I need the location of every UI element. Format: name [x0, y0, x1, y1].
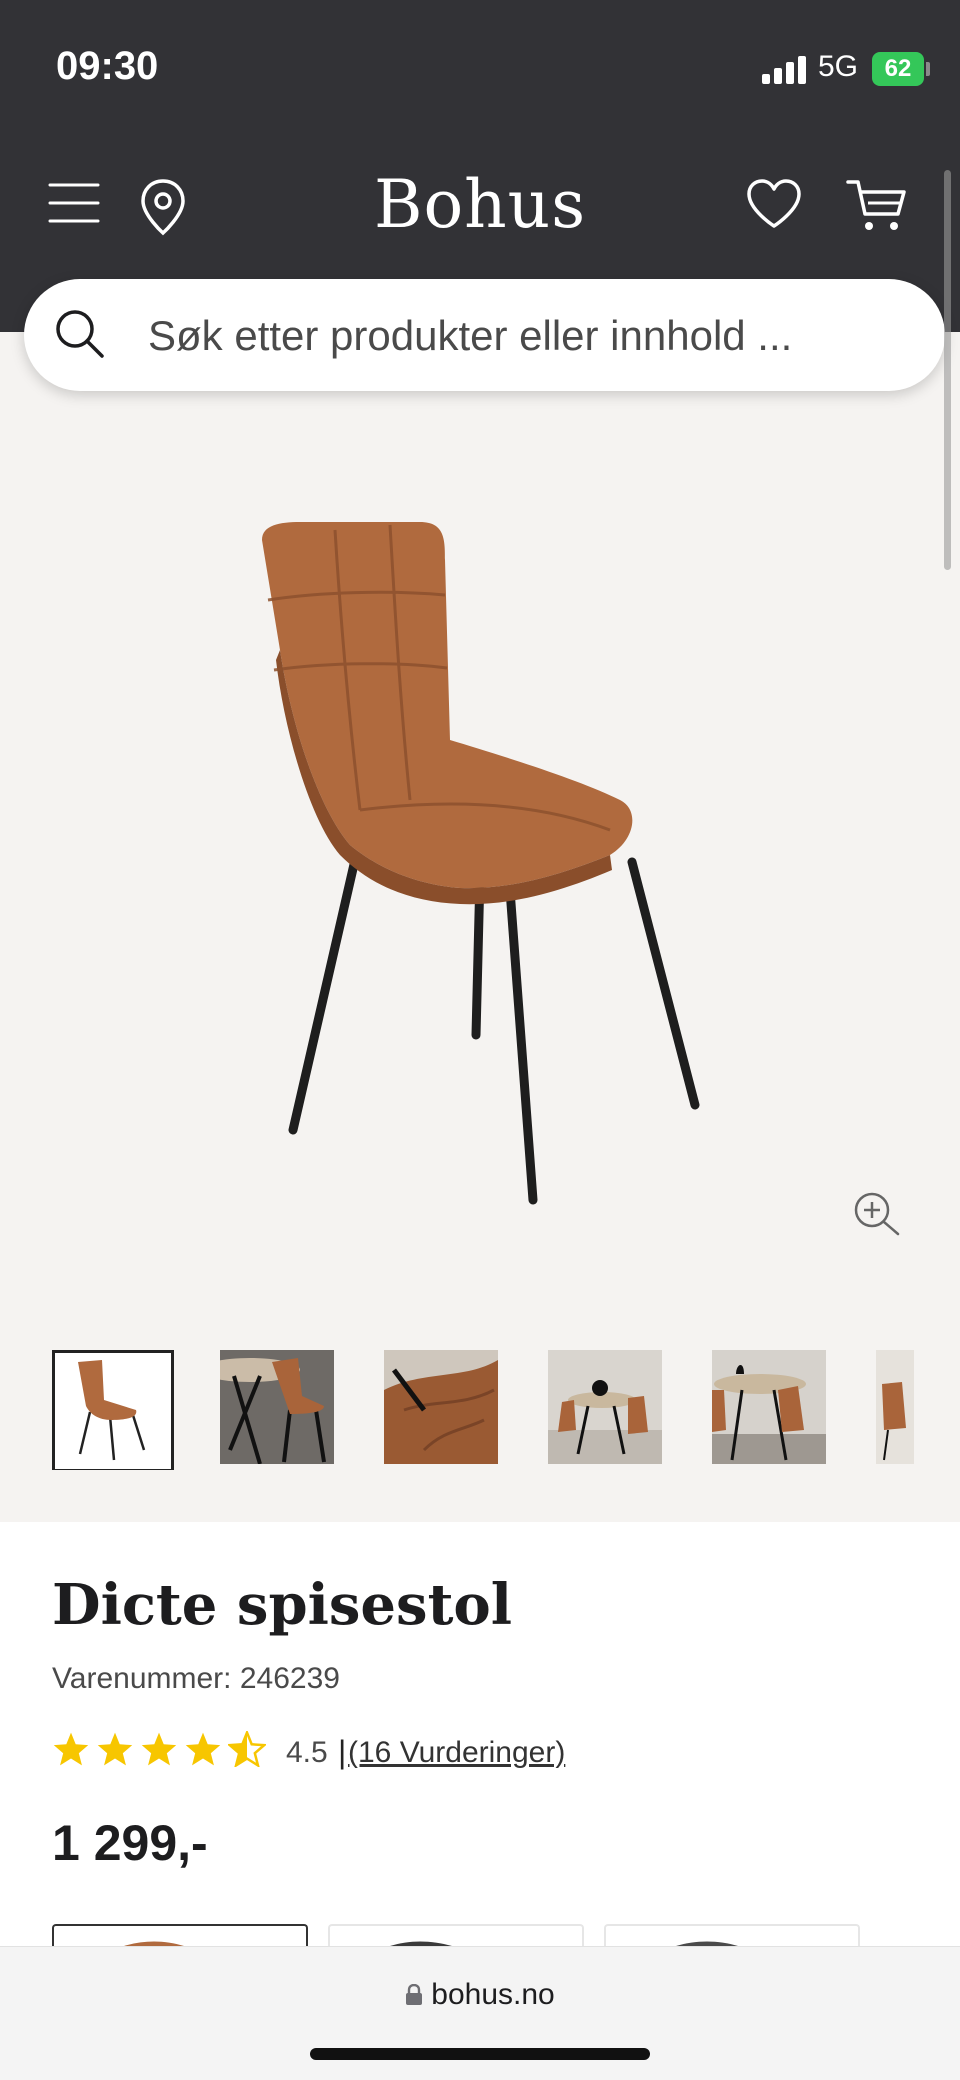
rating-separator: | [338, 1734, 347, 1770]
star-icon [185, 1732, 221, 1766]
signal-icon [762, 56, 806, 84]
lock-icon [406, 1983, 423, 2005]
reviews-link[interactable]: (16 Vurderinger) [348, 1736, 565, 1770]
battery-tip [926, 62, 930, 76]
thumbnail-6[interactable] [876, 1350, 914, 1464]
thumbnail-2[interactable] [220, 1350, 334, 1464]
heart-icon[interactable] [746, 178, 802, 230]
url-text: bohus.no [431, 1978, 555, 2011]
thumbnail-3[interactable] [384, 1350, 498, 1464]
rating-value: 4.5 [286, 1736, 328, 1769]
status-time: 09:30 [56, 44, 159, 88]
product-price: 1 299,- [52, 1815, 208, 1871]
shopping-cart-icon[interactable] [846, 178, 908, 234]
product-sku: Varenummer: 246239 [52, 1662, 340, 1695]
half-star-icon [228, 1731, 266, 1767]
star-icon [97, 1732, 133, 1766]
star-icon [53, 1732, 89, 1766]
network-type: 5G [818, 50, 859, 83]
battery-indicator: 62 [872, 52, 924, 86]
star-icon [141, 1732, 177, 1766]
battery-level: 62 [884, 55, 912, 82]
search-input[interactable] [148, 310, 908, 362]
zoom-in-icon[interactable] [852, 1190, 902, 1240]
thumbnail-1[interactable] [52, 1350, 174, 1470]
product-main-image[interactable] [240, 510, 720, 1210]
home-indicator[interactable] [310, 2048, 650, 2060]
search-icon[interactable] [54, 308, 106, 360]
rating-stars [52, 1731, 266, 1767]
thumbnail-5[interactable] [712, 1350, 826, 1464]
scrollbar[interactable] [944, 170, 951, 570]
thumbnail-strip [52, 1350, 914, 1470]
browser-url[interactable]: bohus.no [0, 1978, 960, 2012]
product-title: Dicte spisestol [52, 1572, 513, 1638]
brand-logo[interactable]: Bohus [0, 166, 960, 243]
thumbnail-4[interactable] [548, 1350, 662, 1464]
